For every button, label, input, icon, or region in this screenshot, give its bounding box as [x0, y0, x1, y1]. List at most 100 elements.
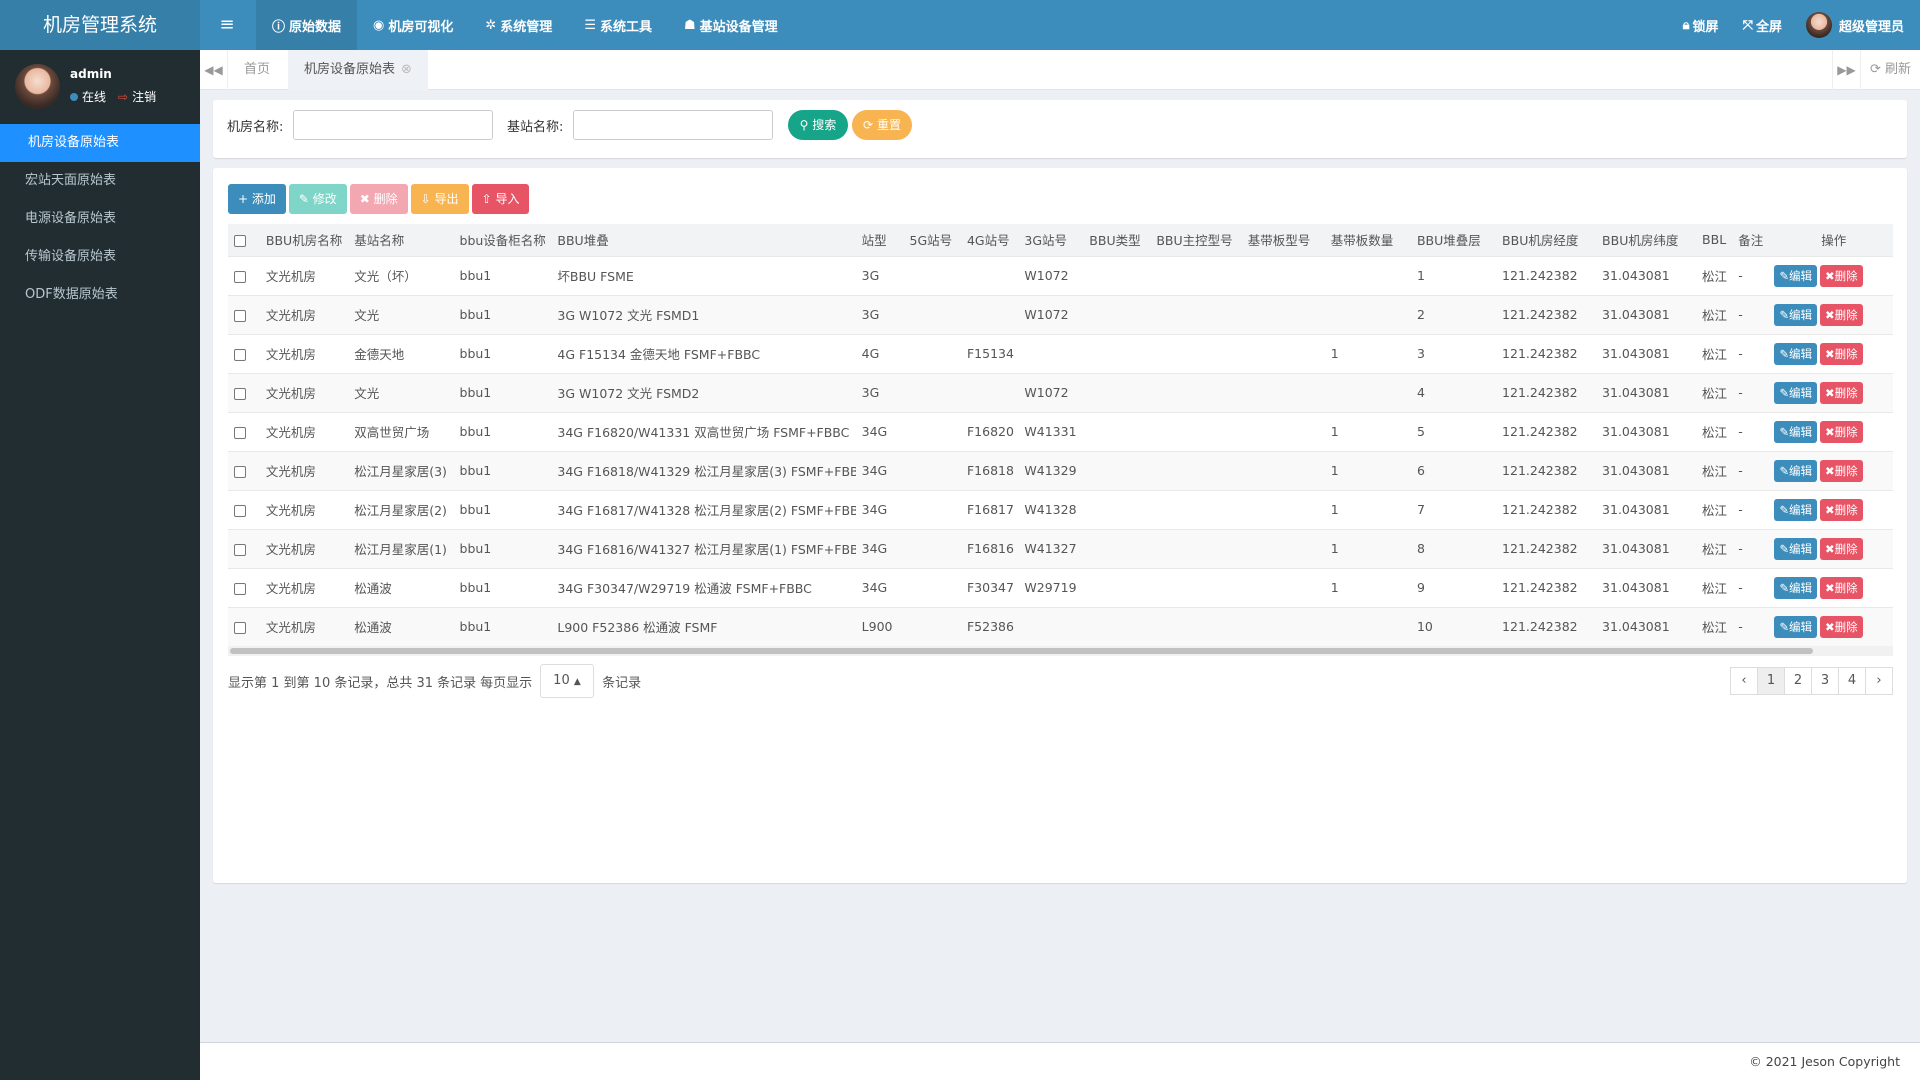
row-delete-button[interactable]: ✖删除 — [1820, 498, 1863, 521]
add-button[interactable]: + 添加 — [228, 184, 286, 214]
column-header[interactable]: BBU机房名称 — [259, 224, 349, 256]
row-checkbox[interactable] — [234, 270, 246, 283]
column-header[interactable]: 站型 — [855, 224, 904, 256]
column-header[interactable]: BBU类型 — [1083, 224, 1151, 256]
row-checkbox[interactable] — [234, 621, 246, 634]
row-delete-button[interactable]: ✖删除 — [1820, 537, 1863, 560]
table-row[interactable]: 文光机房 松江月星家居(2) bbu1 34G F16817/W41328 松江月星家… — [228, 489, 1893, 529]
fullscreen-button[interactable]: ⤧ 全屏 — [1743, 16, 1782, 35]
row-checkbox[interactable] — [234, 387, 246, 400]
page-button[interactable]: 4 — [1838, 667, 1866, 695]
row-delete-button[interactable]: ✖删除 — [1820, 264, 1863, 287]
row-edit-button[interactable]: ✎编辑 — [1774, 381, 1818, 404]
row-delete-button[interactable]: ✖删除 — [1820, 615, 1863, 638]
user-menu[interactable]: 超级管理员 — [1805, 12, 1904, 38]
nav-item-2[interactable]: ✲ 系统管理 — [469, 0, 568, 50]
sidebar-item-2[interactable]: 电源设备原始表 — [0, 200, 200, 238]
column-header[interactable]: BBU机房经度 — [1496, 224, 1597, 256]
row-edit-button[interactable]: ✎编辑 — [1774, 576, 1818, 599]
prev-page-button[interactable]: ‹ — [1730, 667, 1758, 695]
room-name-input[interactable] — [293, 110, 493, 140]
row-edit-button[interactable]: ✎编辑 — [1774, 459, 1818, 482]
lock-screen-button[interactable]: 🔒︎ 锁屏 — [1683, 16, 1719, 35]
tabs-scroll-left-icon[interactable]: ◀◀ — [200, 50, 228, 90]
reset-button[interactable]: ⟳ 重置 — [852, 110, 912, 140]
row-edit-button[interactable]: ✎编辑 — [1774, 498, 1818, 521]
import-button[interactable]: ⇧ 导入 — [471, 184, 530, 214]
row-checkbox[interactable] — [234, 543, 246, 556]
app-logo[interactable]: 机房管理系统 — [0, 0, 200, 50]
sidebar-item-1[interactable]: 宏站天面原始表 — [0, 162, 200, 200]
refresh-button[interactable]: ⟳ 刷新 — [1860, 50, 1920, 90]
table-row[interactable]: 文光机房 金德天地 bbu1 4G F15134 金德天地 FSMF+FBBC 4G F1… — [228, 333, 1893, 373]
nav-item-3[interactable]: ☰ 系统工具 — [568, 0, 668, 50]
row-checkbox[interactable] — [234, 309, 246, 322]
nav-item-0[interactable]: ⓘ 原始数据 — [256, 0, 358, 50]
table-row[interactable]: 文光机房 松江月星家居(1) bbu1 34G F16816/W41327 松江月星家… — [228, 528, 1893, 568]
export-button[interactable]: ⇩ 导出 — [410, 184, 469, 214]
column-header[interactable]: bbu设备柜名称 — [453, 224, 552, 256]
row-edit-button[interactable]: ✎编辑 — [1774, 537, 1818, 560]
column-header[interactable]: BBL — [1696, 224, 1733, 256]
tab-current[interactable]: 机房设备原始表 ⊗ — [288, 50, 428, 90]
sidebar-item-4[interactable]: ODF数据原始表 — [0, 276, 200, 314]
row-edit-button[interactable]: ✎编辑 — [1774, 420, 1818, 443]
page-button[interactable]: 3 — [1811, 667, 1839, 695]
tab-home[interactable]: 首页 — [228, 50, 286, 90]
delete-button[interactable]: ✖ 删除 — [349, 184, 408, 214]
sidebar-toggle-icon[interactable]: ≡ — [214, 12, 240, 38]
tab-close-icon[interactable]: ⊗ — [401, 62, 412, 77]
row-delete-button[interactable]: ✖删除 — [1820, 381, 1863, 404]
row-checkbox[interactable] — [234, 426, 246, 439]
table-row[interactable]: 文光机房 松江月星家居(3) bbu1 34G F16818/W41329 松江月星家… — [228, 450, 1893, 490]
nav-item-1[interactable]: ◉ 机房可视化 — [357, 0, 469, 50]
column-header[interactable]: BBU堆叠 — [551, 224, 856, 256]
row-delete-button[interactable]: ✖删除 — [1820, 342, 1863, 365]
page-size-select[interactable]: 10 ▲ — [540, 664, 595, 698]
page-button[interactable]: 2 — [1784, 667, 1812, 695]
table-row[interactable]: 文光机房 双高世贸广场 bbu1 34G F16820/W41331 双高世贸广场 F… — [228, 411, 1893, 451]
row-checkbox[interactable] — [234, 348, 246, 361]
column-header[interactable]: 操作 — [1768, 224, 1893, 256]
row-edit-button[interactable]: ✎编辑 — [1774, 303, 1818, 326]
column-header[interactable]: BBU机房纬度 — [1596, 224, 1697, 256]
logout-link[interactable]: ⇨ 注销 — [118, 88, 156, 105]
row-checkbox[interactable] — [234, 465, 246, 478]
column-header[interactable]: 基带板型号 — [1241, 224, 1325, 256]
table-row[interactable]: 文光机房 文光 bbu1 3G W1072 文光 FSMD2 3G W1072 4 121.2… — [228, 372, 1893, 412]
column-header[interactable]: 基站名称 — [348, 224, 454, 256]
row-checkbox[interactable] — [234, 582, 246, 595]
table-row[interactable]: 文光机房 松通波 bbu1 L900 F52386 松通波 FSMF L900 F5238… — [228, 606, 1893, 646]
sidebar-item-0[interactable]: 机房设备原始表 — [0, 124, 200, 162]
search-button[interactable]: ⚲ 搜索 — [788, 110, 848, 140]
scrollbar-thumb[interactable] — [230, 648, 1813, 654]
tabs-scroll-right-icon[interactable]: ▶▶ — [1832, 50, 1860, 90]
station-name-input[interactable] — [573, 110, 773, 140]
row-delete-button[interactable]: ✖删除 — [1820, 459, 1863, 482]
row-delete-button[interactable]: ✖删除 — [1820, 303, 1863, 326]
row-checkbox[interactable] — [234, 504, 246, 517]
edit-button[interactable]: ✎ 修改 — [288, 184, 347, 214]
table-row[interactable]: 文光机房 文光（坏） bbu1 坏BBU FSME 3G W1072 1 121.242382… — [228, 255, 1893, 295]
column-header[interactable]: BBU主控型号 — [1150, 224, 1242, 256]
row-edit-button[interactable]: ✎编辑 — [1774, 264, 1818, 287]
nav-item-4[interactable]: ☗ 基站设备管理 — [668, 0, 794, 50]
table-cell — [903, 567, 961, 607]
select-all-checkbox[interactable] — [234, 234, 246, 247]
page-button[interactable]: 1 — [1757, 667, 1785, 695]
table-row[interactable]: 文光机房 松通波 bbu1 34G F30347/W29719 松通波 FSMF+FB… — [228, 567, 1893, 607]
column-header[interactable]: 4G站号 — [960, 224, 1019, 256]
row-delete-button[interactable]: ✖删除 — [1820, 576, 1863, 599]
row-edit-button[interactable]: ✎编辑 — [1774, 342, 1818, 365]
column-header[interactable]: 备注 — [1732, 224, 1769, 256]
column-header[interactable]: BBU堆叠层 — [1410, 224, 1497, 256]
column-header[interactable]: 基带板数量 — [1324, 224, 1411, 256]
horizontal-scrollbar[interactable] — [228, 646, 1893, 656]
table-row[interactable]: 文光机房 文光 bbu1 3G W1072 文光 FSMD1 3G W1072 2 121.2… — [228, 294, 1893, 334]
column-header[interactable]: 5G站号 — [903, 224, 961, 256]
row-edit-button[interactable]: ✎编辑 — [1774, 615, 1818, 638]
column-header[interactable]: 3G站号 — [1018, 224, 1084, 256]
sidebar-item-3[interactable]: 传输设备原始表 — [0, 238, 200, 276]
next-page-button[interactable]: › — [1865, 667, 1893, 695]
row-delete-button[interactable]: ✖删除 — [1820, 420, 1863, 443]
